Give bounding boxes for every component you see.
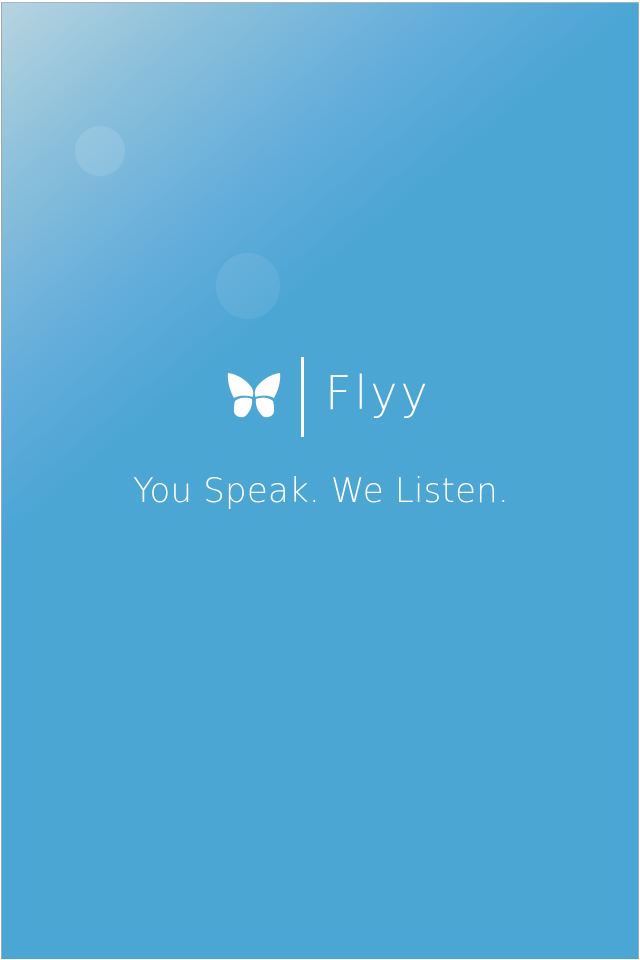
brand-name: Flyy <box>325 366 431 420</box>
butterfly-icon <box>226 371 282 419</box>
bokeh-circle <box>216 253 280 319</box>
logo-divider <box>301 357 304 437</box>
tagline: You Speak. We Listen. <box>133 471 509 511</box>
logo-lockup: Flyy <box>2 357 638 437</box>
splash-screen: Flyy You Speak. We Listen. <box>1 2 639 959</box>
bokeh-circle <box>75 126 125 176</box>
